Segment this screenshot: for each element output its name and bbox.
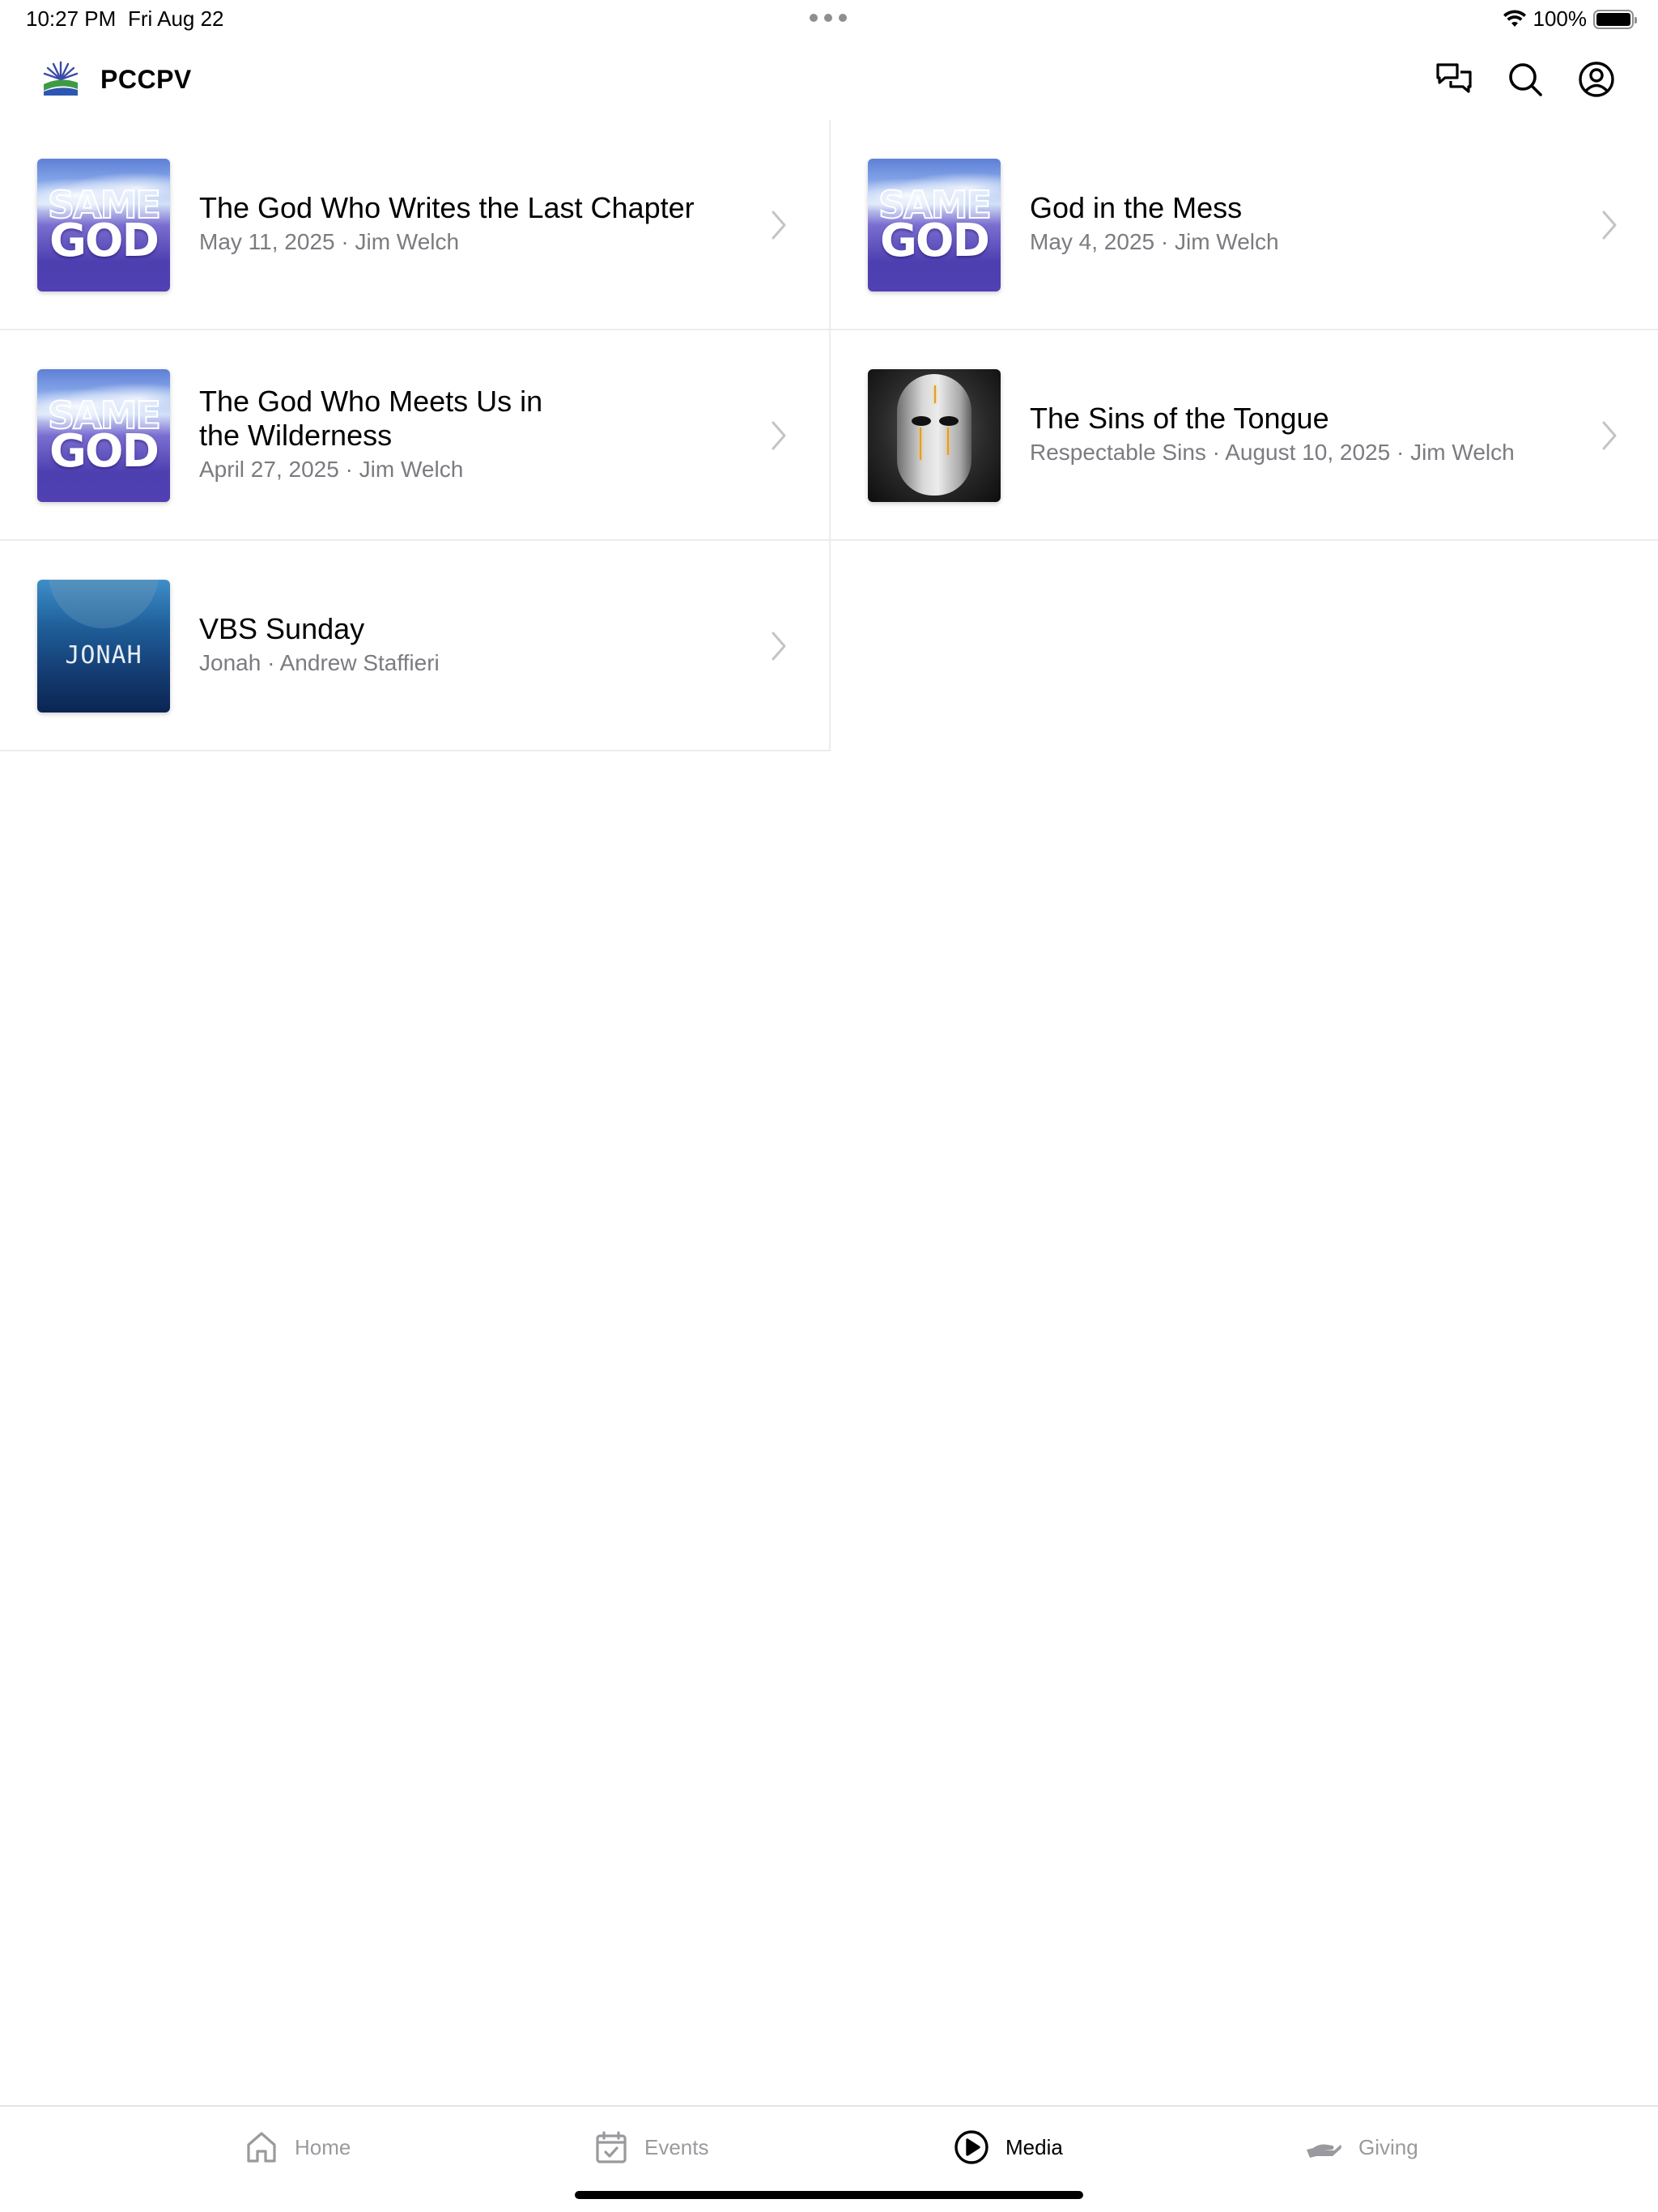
chevron-right-icon	[772, 421, 786, 450]
thumbnail-text: GOD	[49, 425, 159, 478]
tab-label: Media	[1005, 2134, 1063, 2159]
media-item-title: God in the Mess	[1030, 191, 1243, 224]
chevron-right-icon	[772, 632, 786, 661]
tab-label: Home	[295, 2134, 351, 2159]
media-item-subtitle: May 11, 2025 · Jim Welch	[199, 229, 460, 254]
tab-media[interactable]: Media	[954, 2107, 1063, 2188]
tab-label: Giving	[1358, 2134, 1418, 2159]
tab-giving[interactable]: Giving	[1305, 2107, 1418, 2188]
media-item-subtitle: May 4, 2025 · Jim Welch	[1030, 229, 1279, 254]
status-date: Fri Aug 22	[128, 6, 224, 31]
media-item[interactable]: SAME GOD The God Who Meets Us in the Wil…	[0, 330, 829, 541]
media-item-title: VBS Sunday	[199, 612, 365, 645]
giving-hand-icon	[1307, 2144, 1341, 2158]
tab-events[interactable]: Events	[594, 2107, 709, 2188]
thumbnail-text: GOD	[879, 215, 990, 267]
tab-label: Events	[644, 2134, 709, 2159]
sermon-thumbnail: SAME GOD	[37, 159, 170, 291]
chevron-right-icon	[772, 211, 786, 240]
multitasking-dots-icon[interactable]	[810, 14, 847, 22]
account-icon[interactable]	[1575, 58, 1618, 100]
app-title: PCCPV	[100, 65, 192, 94]
media-item[interactable]: JONAH VBS Sunday Jonah · Andrew Staffier…	[0, 541, 829, 751]
play-circle-icon	[954, 2130, 988, 2164]
media-item-subtitle: April 27, 2025 · Jim Welch	[199, 457, 464, 482]
church-logo-icon	[43, 61, 79, 96]
status-bar: 10:27 PM Fri Aug 22 100%	[0, 0, 1658, 39]
chevron-right-icon	[1602, 211, 1617, 240]
chat-icon[interactable]	[1433, 58, 1475, 100]
battery-icon	[1593, 9, 1637, 29]
status-indicators: 100%	[1503, 6, 1637, 32]
calendar-icon	[596, 2131, 627, 2163]
media-item-subtitle: Respectable Sins · August 10, 2025 · Jim…	[1030, 440, 1515, 465]
media-item[interactable]: SAME GOD God in the Mess May 4, 2025 · J…	[831, 120, 1658, 330]
wifi-icon	[1503, 9, 1526, 27]
thumbnail-text: JONAH	[65, 641, 142, 670]
sermon-thumbnail: JONAH	[37, 580, 170, 713]
home-indicator[interactable]	[575, 2191, 1083, 2199]
app-header: PCCPV	[0, 39, 1658, 120]
thumbnail-text: GOD	[49, 215, 159, 267]
media-item[interactable]: The Sins of the Tongue Respectable Sins …	[831, 330, 1658, 541]
chevron-right-icon	[1602, 421, 1617, 450]
status-time: 10:27 PM	[26, 6, 117, 31]
media-item-title: The Sins of the Tongue	[1030, 402, 1329, 435]
sermon-thumbnail: SAME GOD	[37, 369, 170, 502]
sermon-thumbnail	[868, 369, 1001, 502]
media-item[interactable]: SAME GOD The God Who Writes the Last Cha…	[0, 120, 829, 330]
search-icon[interactable]	[1504, 58, 1546, 100]
battery-percentage: 100%	[1533, 6, 1588, 31]
sermon-thumbnail: SAME GOD	[868, 159, 1001, 291]
media-item-title: The God Who Writes the Last Chapter	[199, 191, 695, 224]
tab-home[interactable]: Home	[244, 2107, 351, 2188]
media-item-title: The God Who Meets Us in the Wilderness	[199, 385, 543, 452]
home-icon	[247, 2132, 276, 2163]
media-item-subtitle: Jonah · Andrew Staffieri	[199, 650, 440, 675]
